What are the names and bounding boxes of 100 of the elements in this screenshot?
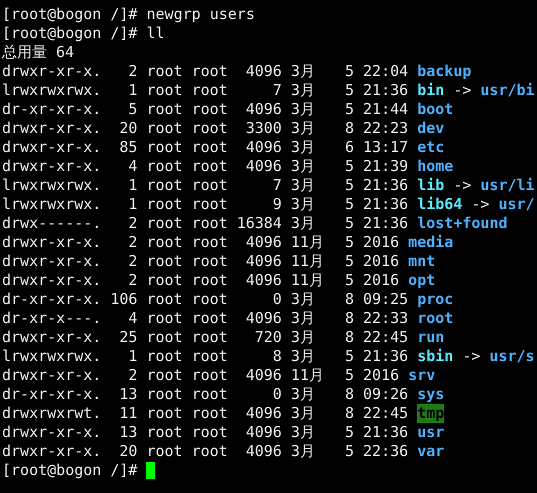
month-text: 11月	[290, 271, 325, 290]
file-name: lib64	[417, 195, 462, 214]
owner-name: root	[146, 138, 183, 157]
month-text: 11月	[290, 233, 325, 252]
owner-name: root	[146, 119, 183, 138]
group-name: root	[192, 138, 228, 157]
permissions-text: drwxr-xr-x.	[2, 138, 102, 157]
file-size: 4096	[244, 423, 282, 442]
file-name: dev	[417, 119, 444, 138]
group-name: root	[192, 195, 228, 214]
time-text: 21:36	[363, 347, 408, 366]
file-size: 0	[272, 290, 282, 309]
link-count: 106	[110, 290, 138, 309]
file-name: opt	[408, 271, 436, 290]
command-text: ll	[146, 24, 165, 43]
permissions-text: drwxr-xr-x.	[2, 423, 102, 442]
time-text: 2016	[363, 271, 400, 290]
month-text: 3月	[290, 290, 316, 309]
group-name: root	[192, 214, 228, 233]
file-name: root	[417, 309, 454, 328]
group-name: root	[192, 309, 228, 328]
day-text: 6	[344, 138, 354, 157]
total-text: 总用量 64	[2, 43, 74, 62]
month-text: 3月	[290, 138, 316, 157]
link-arrow: ->	[453, 81, 472, 100]
day-text: 5	[344, 423, 354, 442]
link-count: 2	[127, 233, 138, 252]
link-count: 85	[118, 138, 138, 157]
file-name: lost+found	[417, 214, 508, 233]
link-count: 5	[127, 100, 138, 119]
link-target: usr/	[498, 195, 535, 214]
month-text: 11月	[290, 252, 325, 271]
time-text: 21:36	[363, 214, 408, 233]
link-count: 2	[127, 62, 138, 81]
month-text: 3月	[290, 62, 316, 81]
permissions-text: lrwxrwxrwx.	[2, 347, 102, 366]
link-count: 1	[127, 81, 138, 100]
permissions-text: drwx------.	[2, 214, 102, 233]
file-size: 4096	[244, 233, 282, 252]
link-count: 2	[127, 252, 138, 271]
day-text: 8	[344, 290, 354, 309]
owner-name: root	[146, 328, 183, 347]
permissions-text: dr-xr-x---.	[2, 309, 102, 328]
time-text: 13:17	[363, 138, 408, 157]
file-size: 0	[272, 385, 282, 404]
file-name: proc	[417, 290, 454, 309]
file-name: etc	[417, 138, 444, 157]
permissions-text: dr-xr-xr-x.	[2, 100, 102, 119]
day-text: 5	[344, 366, 354, 385]
day-text: 5	[344, 442, 354, 461]
permissions-text: drwxr-xr-x.	[2, 233, 102, 252]
time-text: 2016	[363, 252, 400, 271]
file-name: run	[417, 328, 444, 347]
permissions-text: drwxr-xr-x.	[2, 328, 102, 347]
file-size: 16384	[236, 214, 282, 233]
time-text: 21:36	[363, 195, 408, 214]
owner-name: root	[146, 233, 183, 252]
month-text: 3月	[290, 385, 316, 404]
permissions-text: drwxr-xr-x.	[2, 366, 102, 385]
day-text: 5	[344, 347, 354, 366]
link-count: 2	[127, 271, 138, 290]
group-name: root	[192, 271, 228, 290]
file-name: var	[417, 442, 444, 461]
month-text: 3月	[290, 176, 316, 195]
link-count: 1	[127, 347, 138, 366]
owner-name: root	[146, 157, 183, 176]
owner-name: root	[146, 214, 183, 233]
file-size: 9	[272, 195, 282, 214]
group-name: root	[192, 100, 228, 119]
file-size: 4096	[244, 309, 282, 328]
group-name: root	[192, 233, 228, 252]
day-text: 8	[344, 119, 354, 138]
time-text: 21:36	[363, 176, 408, 195]
link-count: 2	[127, 366, 138, 385]
file-name: lib	[417, 176, 444, 195]
file-name: usr	[417, 423, 444, 442]
permissions-text: dr-xr-xr-x.	[2, 385, 102, 404]
file-name: sys	[417, 385, 444, 404]
link-count: 13	[118, 385, 138, 404]
time-text: 21:44	[363, 100, 408, 119]
file-name: media	[408, 233, 454, 252]
file-size: 4096	[244, 100, 282, 119]
permissions-text: drwxrwxrwt.	[2, 404, 102, 423]
file-size: 8	[272, 347, 282, 366]
time-text: 2016	[363, 366, 400, 385]
month-text: 3月	[290, 404, 316, 423]
time-text: 09:26	[363, 385, 408, 404]
group-name: root	[192, 423, 228, 442]
owner-name: root	[146, 290, 183, 309]
time-text: 21:36	[363, 81, 408, 100]
month-text: 3月	[290, 442, 316, 461]
link-arrow: ->	[471, 195, 490, 214]
file-name: boot	[417, 100, 454, 119]
day-text: 5	[344, 157, 354, 176]
permissions-text: lrwxrwxrwx.	[2, 81, 102, 100]
link-arrow: ->	[462, 347, 480, 366]
time-text: 22:36	[363, 442, 408, 461]
link-count: 4	[127, 157, 138, 176]
month-text: 3月	[290, 195, 316, 214]
day-text: 5	[344, 81, 354, 100]
